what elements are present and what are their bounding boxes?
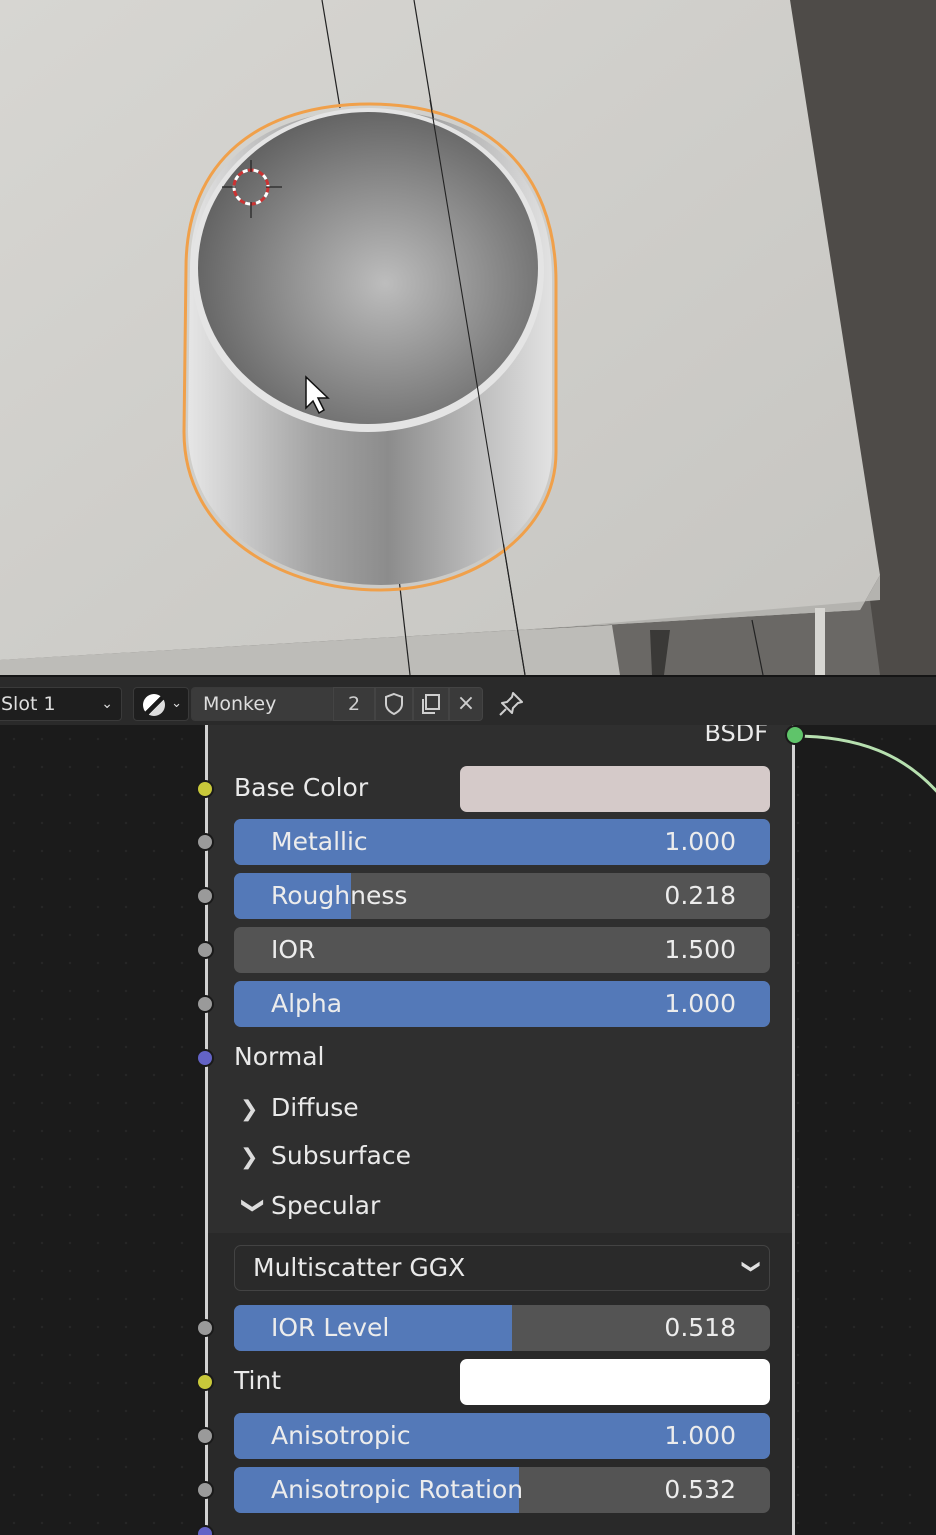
alpha-slider[interactable]: Alpha 1.000 xyxy=(234,981,770,1027)
anisotropic-slider[interactable]: Anisotropic 1.000 xyxy=(234,1413,770,1459)
ior-label: IOR xyxy=(271,935,316,964)
bsdf-output-label: BSDF xyxy=(704,725,768,747)
metallic-value: 1.000 xyxy=(664,827,736,856)
slot-select-label: Slot 1 xyxy=(1,693,56,715)
chevron-down-icon: ❯ xyxy=(740,1258,762,1275)
alpha-value: 1.000 xyxy=(664,989,736,1018)
ior-socket[interactable] xyxy=(196,941,214,959)
material-name-field[interactable]: Monkey xyxy=(191,687,333,721)
user-count-button[interactable]: 2 xyxy=(333,687,375,721)
distribution-dropdown[interactable]: Multiscatter GGX ❯ xyxy=(234,1245,770,1291)
tint-socket[interactable] xyxy=(196,1373,214,1391)
normal-label: Normal xyxy=(234,1042,325,1071)
chevron-down-icon: ⌄ xyxy=(101,696,113,712)
slot-select[interactable]: Slot 1 ⌄ xyxy=(0,687,122,721)
distribution-value: Multiscatter GGX xyxy=(253,1253,466,1282)
shield-fake-user-icon xyxy=(385,692,403,716)
3d-viewport[interactable] xyxy=(0,0,936,675)
anisotropic-value: 1.000 xyxy=(664,1421,736,1450)
duplicate-icon xyxy=(422,694,440,714)
panel-subsurface[interactable]: ❯ Subsurface xyxy=(234,1135,794,1181)
fake-user-button[interactable] xyxy=(375,687,413,721)
roughness-label: Roughness xyxy=(271,881,408,910)
roughness-slider[interactable]: Roughness 0.218 xyxy=(234,873,770,919)
roughness-value: 0.218 xyxy=(664,881,736,910)
close-icon: × xyxy=(456,691,476,716)
bsdf-output-socket[interactable] xyxy=(785,725,805,745)
anisotropic-rotation-slider[interactable]: Anisotropic Rotation 0.532 xyxy=(234,1467,770,1513)
user-count: 2 xyxy=(347,693,361,715)
unlink-material-button[interactable]: × xyxy=(449,687,483,721)
ior-level-label: IOR Level xyxy=(271,1313,390,1342)
ior-level-socket[interactable] xyxy=(196,1319,214,1337)
material-browse-button[interactable]: ⌄ xyxy=(133,687,189,721)
chevron-right-icon: ❯ xyxy=(240,1097,259,1122)
viewport-scene xyxy=(0,0,936,675)
panel-subsurface-label: Subsurface xyxy=(271,1141,411,1170)
anisotropic-rotation-socket[interactable] xyxy=(196,1481,214,1499)
base-color-socket[interactable] xyxy=(196,780,214,798)
base-color-swatch[interactable] xyxy=(460,766,770,812)
panel-specular-label: Specular xyxy=(271,1191,381,1220)
chevron-down-icon: ⌄ xyxy=(171,696,182,711)
ior-value: 1.500 xyxy=(664,935,736,964)
base-color-label: Base Color xyxy=(234,773,369,802)
panel-specular[interactable]: ❯ Specular xyxy=(234,1185,794,1231)
panel-diffuse-label: Diffuse xyxy=(271,1093,359,1122)
anisotropic-label: Anisotropic xyxy=(271,1421,411,1450)
duplicate-material-button[interactable] xyxy=(413,687,449,721)
normal-socket[interactable] xyxy=(196,1049,214,1067)
chevron-down-icon: ❯ xyxy=(240,1196,266,1215)
tint-swatch[interactable] xyxy=(460,1359,770,1405)
metallic-label: Metallic xyxy=(271,827,368,856)
anisotropic-socket[interactable] xyxy=(196,1427,214,1445)
tint-label: Tint xyxy=(234,1366,282,1395)
roughness-socket[interactable] xyxy=(196,887,214,905)
metallic-slider[interactable]: Metallic 1.000 xyxy=(234,819,770,865)
ior-level-value: 0.518 xyxy=(664,1313,736,1342)
node-editor[interactable]: BSDF Base Color Metallic 1.000 Roughness… xyxy=(0,725,936,1535)
principled-bsdf-node[interactable]: BSDF Base Color Metallic 1.000 Roughness… xyxy=(196,725,805,1535)
material-header: Slot 1 ⌄ ⌄ Monkey 2 × xyxy=(0,675,936,725)
pin-icon xyxy=(499,692,523,716)
ior-level-slider[interactable]: IOR Level 0.518 xyxy=(234,1305,770,1351)
metallic-socket[interactable] xyxy=(196,833,214,851)
pin-button[interactable] xyxy=(496,689,526,719)
panel-diffuse[interactable]: ❯ Diffuse xyxy=(234,1087,794,1133)
anisotropic-rotation-value: 0.532 xyxy=(664,1475,736,1504)
material-sphere-icon xyxy=(143,694,165,716)
alpha-socket[interactable] xyxy=(196,995,214,1013)
anisotropic-rotation-label: Anisotropic Rotation xyxy=(271,1475,524,1504)
material-name: Monkey xyxy=(203,693,277,715)
alpha-label: Alpha xyxy=(271,989,343,1018)
chevron-right-icon: ❯ xyxy=(240,1145,259,1170)
ior-field[interactable]: IOR 1.500 xyxy=(234,927,770,973)
